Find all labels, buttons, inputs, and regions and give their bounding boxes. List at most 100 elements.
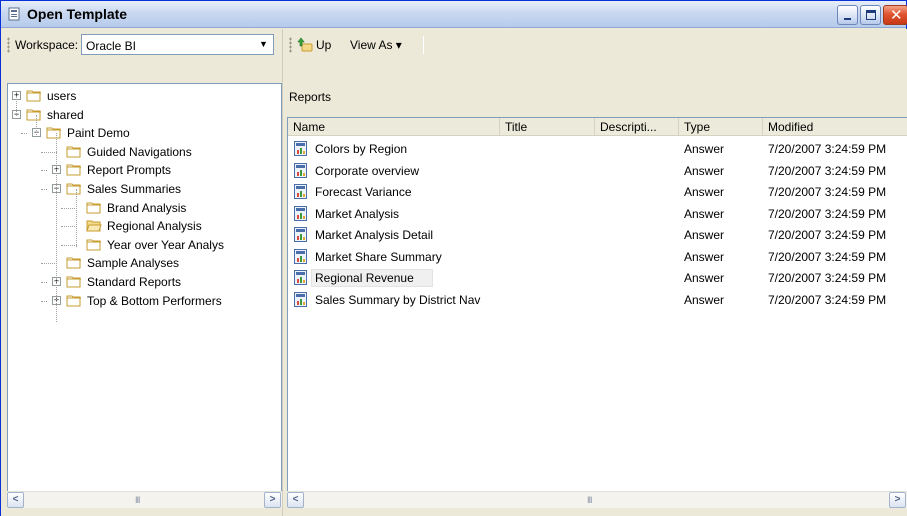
tree-node[interactable]: Year over Year Analys [8, 236, 278, 254]
workspace-toolbar: Workspace: Oracle BI ▼ [7, 31, 277, 57]
tree-horizontal-scrollbar[interactable]: < III > [7, 491, 282, 508]
tree-node[interactable]: Regional Analysis [8, 217, 278, 235]
folder-icon [66, 256, 82, 269]
tree-node-label: shared [47, 107, 84, 122]
folder-icon [26, 108, 42, 121]
tree-node-label: Brand Analysis [107, 200, 187, 215]
tree-node[interactable]: Guided Navigations [8, 143, 278, 161]
folder-icon [86, 201, 102, 214]
cell-name: Colors by Region [315, 142, 408, 156]
tree-node-label: Regional Analysis [107, 219, 202, 234]
scroll-right-button[interactable]: > [264, 492, 281, 508]
tree-node[interactable]: − Sales Summaries [8, 180, 278, 198]
folder-icon [66, 275, 82, 288]
tree-guide-line [56, 133, 57, 322]
close-button[interactable]: ✕ [883, 5, 907, 25]
left-pane: Workspace: Oracle BI ▼ + users − shared − Pai… [1, 29, 282, 516]
scroll-left-button[interactable]: < [7, 492, 24, 508]
cell-type: Answer [684, 228, 725, 242]
maximize-button[interactable] [860, 5, 881, 25]
list-horizontal-scrollbar[interactable]: < III > [287, 491, 907, 508]
toolbar-grip[interactable] [7, 37, 10, 53]
up-folder-icon [297, 37, 313, 52]
table-row[interactable]: Forecast Variance Answer 7/20/2007 3:24:59… [288, 182, 907, 204]
table-row[interactable]: Corporate overview Answer 7/20/2007 3:24:5… [288, 161, 907, 183]
cell-type: Answer [684, 249, 725, 264]
folder-icon [86, 238, 102, 251]
tree-node[interactable]: + users [8, 87, 278, 105]
scroll-left-button[interactable]: < [287, 492, 304, 508]
navigation-toolbar: Up View As ▾ [287, 31, 427, 57]
cell-modified: 7/20/2007 3:24:59 PM [768, 249, 887, 264]
column-header[interactable]: Descripti... [595, 118, 679, 136]
tree-node-label: Year over Year Analys [107, 237, 224, 252]
minimize-icon [844, 18, 851, 20]
cell-name: Sales Summary by District Nav [315, 292, 481, 307]
table-row[interactable]: Market Analysis Answer 7/20/2007 3:24:59 P… [288, 204, 907, 226]
tree-node[interactable]: − Paint Demo [8, 124, 278, 142]
title-bar[interactable]: Open Template ✕ [1, 1, 907, 28]
tree-node[interactable]: + Top & Bottom Performers [8, 292, 278, 310]
tree-connector [41, 300, 47, 302]
cell-name: Market Analysis [315, 206, 400, 221]
tree-node[interactable]: − shared [8, 106, 278, 124]
toolbar-grip[interactable] [289, 37, 292, 53]
cell-modified: 7/20/2007 3:24:59 PM [768, 228, 887, 242]
toolbar-separator [423, 36, 424, 54]
tree-connector [21, 133, 27, 135]
cell-name: Forecast Variance [315, 185, 412, 199]
tree-node[interactable]: Brand Analysis [8, 199, 278, 217]
minimize-button[interactable] [837, 5, 858, 25]
table-row[interactable]: Sales Summary by District Nav Answer 7/20/… [288, 290, 907, 312]
column-header[interactable]: Type [679, 118, 763, 136]
workspace-label: Workspace: [15, 38, 79, 52]
folder-icon [26, 89, 42, 102]
tree-node-label: Sample Analyses [87, 256, 180, 271]
scroll-thumb[interactable]: III [587, 495, 592, 505]
table-row[interactable]: Colors by Region Answer 7/20/2007 3:24:59 … [288, 139, 907, 161]
up-label: Up [316, 38, 332, 52]
cell-type: Answer [684, 271, 725, 285]
tree-guide-line [16, 96, 17, 116]
cell-modified: 7/20/2007 3:24:59 PM [768, 271, 887, 285]
table-row[interactable]: Market Analysis Detail Answer 7/20/2007 3:… [288, 225, 907, 247]
cell-name: Market Analysis Detail [315, 228, 434, 242]
cell-modified: 7/20/2007 3:24:59 PM [768, 163, 887, 178]
report-icon [293, 162, 308, 178]
report-icon [293, 291, 308, 307]
cell-modified: 7/20/2007 3:24:59 PM [768, 206, 887, 221]
report-icon [293, 227, 308, 242]
table-row[interactable]: Market Share Summary Answer 7/20/2007 3:24… [288, 247, 907, 269]
table-row[interactable]: Regional Revenue Answer 7/20/2007 3:24:59 … [288, 268, 907, 290]
chevron-down-icon[interactable]: ▼ [255, 36, 272, 53]
scroll-thumb[interactable]: III [135, 495, 140, 505]
cell-type: Answer [684, 163, 725, 178]
tree-node[interactable]: + Standard Reports [8, 273, 278, 291]
column-header[interactable]: Modified [763, 118, 907, 136]
cell-type: Answer [684, 185, 725, 199]
cell-name: Market Share Summary [315, 249, 442, 264]
report-icon [293, 248, 308, 264]
cell-modified: 7/20/2007 3:24:59 PM [768, 185, 887, 199]
column-header[interactable]: Name [288, 118, 500, 136]
close-icon: ✕ [890, 7, 903, 24]
folder-tree[interactable]: + users − shared − Paint Demo Guided Navigatio… [7, 83, 282, 491]
window-title: Open Template [27, 6, 128, 22]
tree-node[interactable]: Sample Analyses [8, 254, 278, 272]
cell-type: Answer [684, 142, 725, 156]
tree-connector [41, 282, 47, 283]
tree-node-label: Report Prompts [87, 163, 172, 178]
cell-type: Answer [684, 206, 725, 221]
scroll-right-button[interactable]: > [889, 492, 906, 508]
report-list[interactable]: Name Title Descripti... Type Modified Colors… [287, 117, 907, 491]
view-as-dropdown[interactable]: View As ▾ [350, 38, 402, 52]
workspace-select[interactable]: Oracle BI ▼ [81, 34, 274, 55]
tree-connector [41, 189, 47, 190]
template-icon [8, 7, 20, 21]
tree-node-label: Guided Navigations [87, 144, 192, 159]
report-icon [293, 270, 308, 285]
tree-connector [61, 244, 77, 246]
tree-node[interactable]: + Report Prompts [8, 161, 278, 179]
tree-connector [61, 226, 77, 228]
column-header[interactable]: Title [500, 118, 595, 136]
